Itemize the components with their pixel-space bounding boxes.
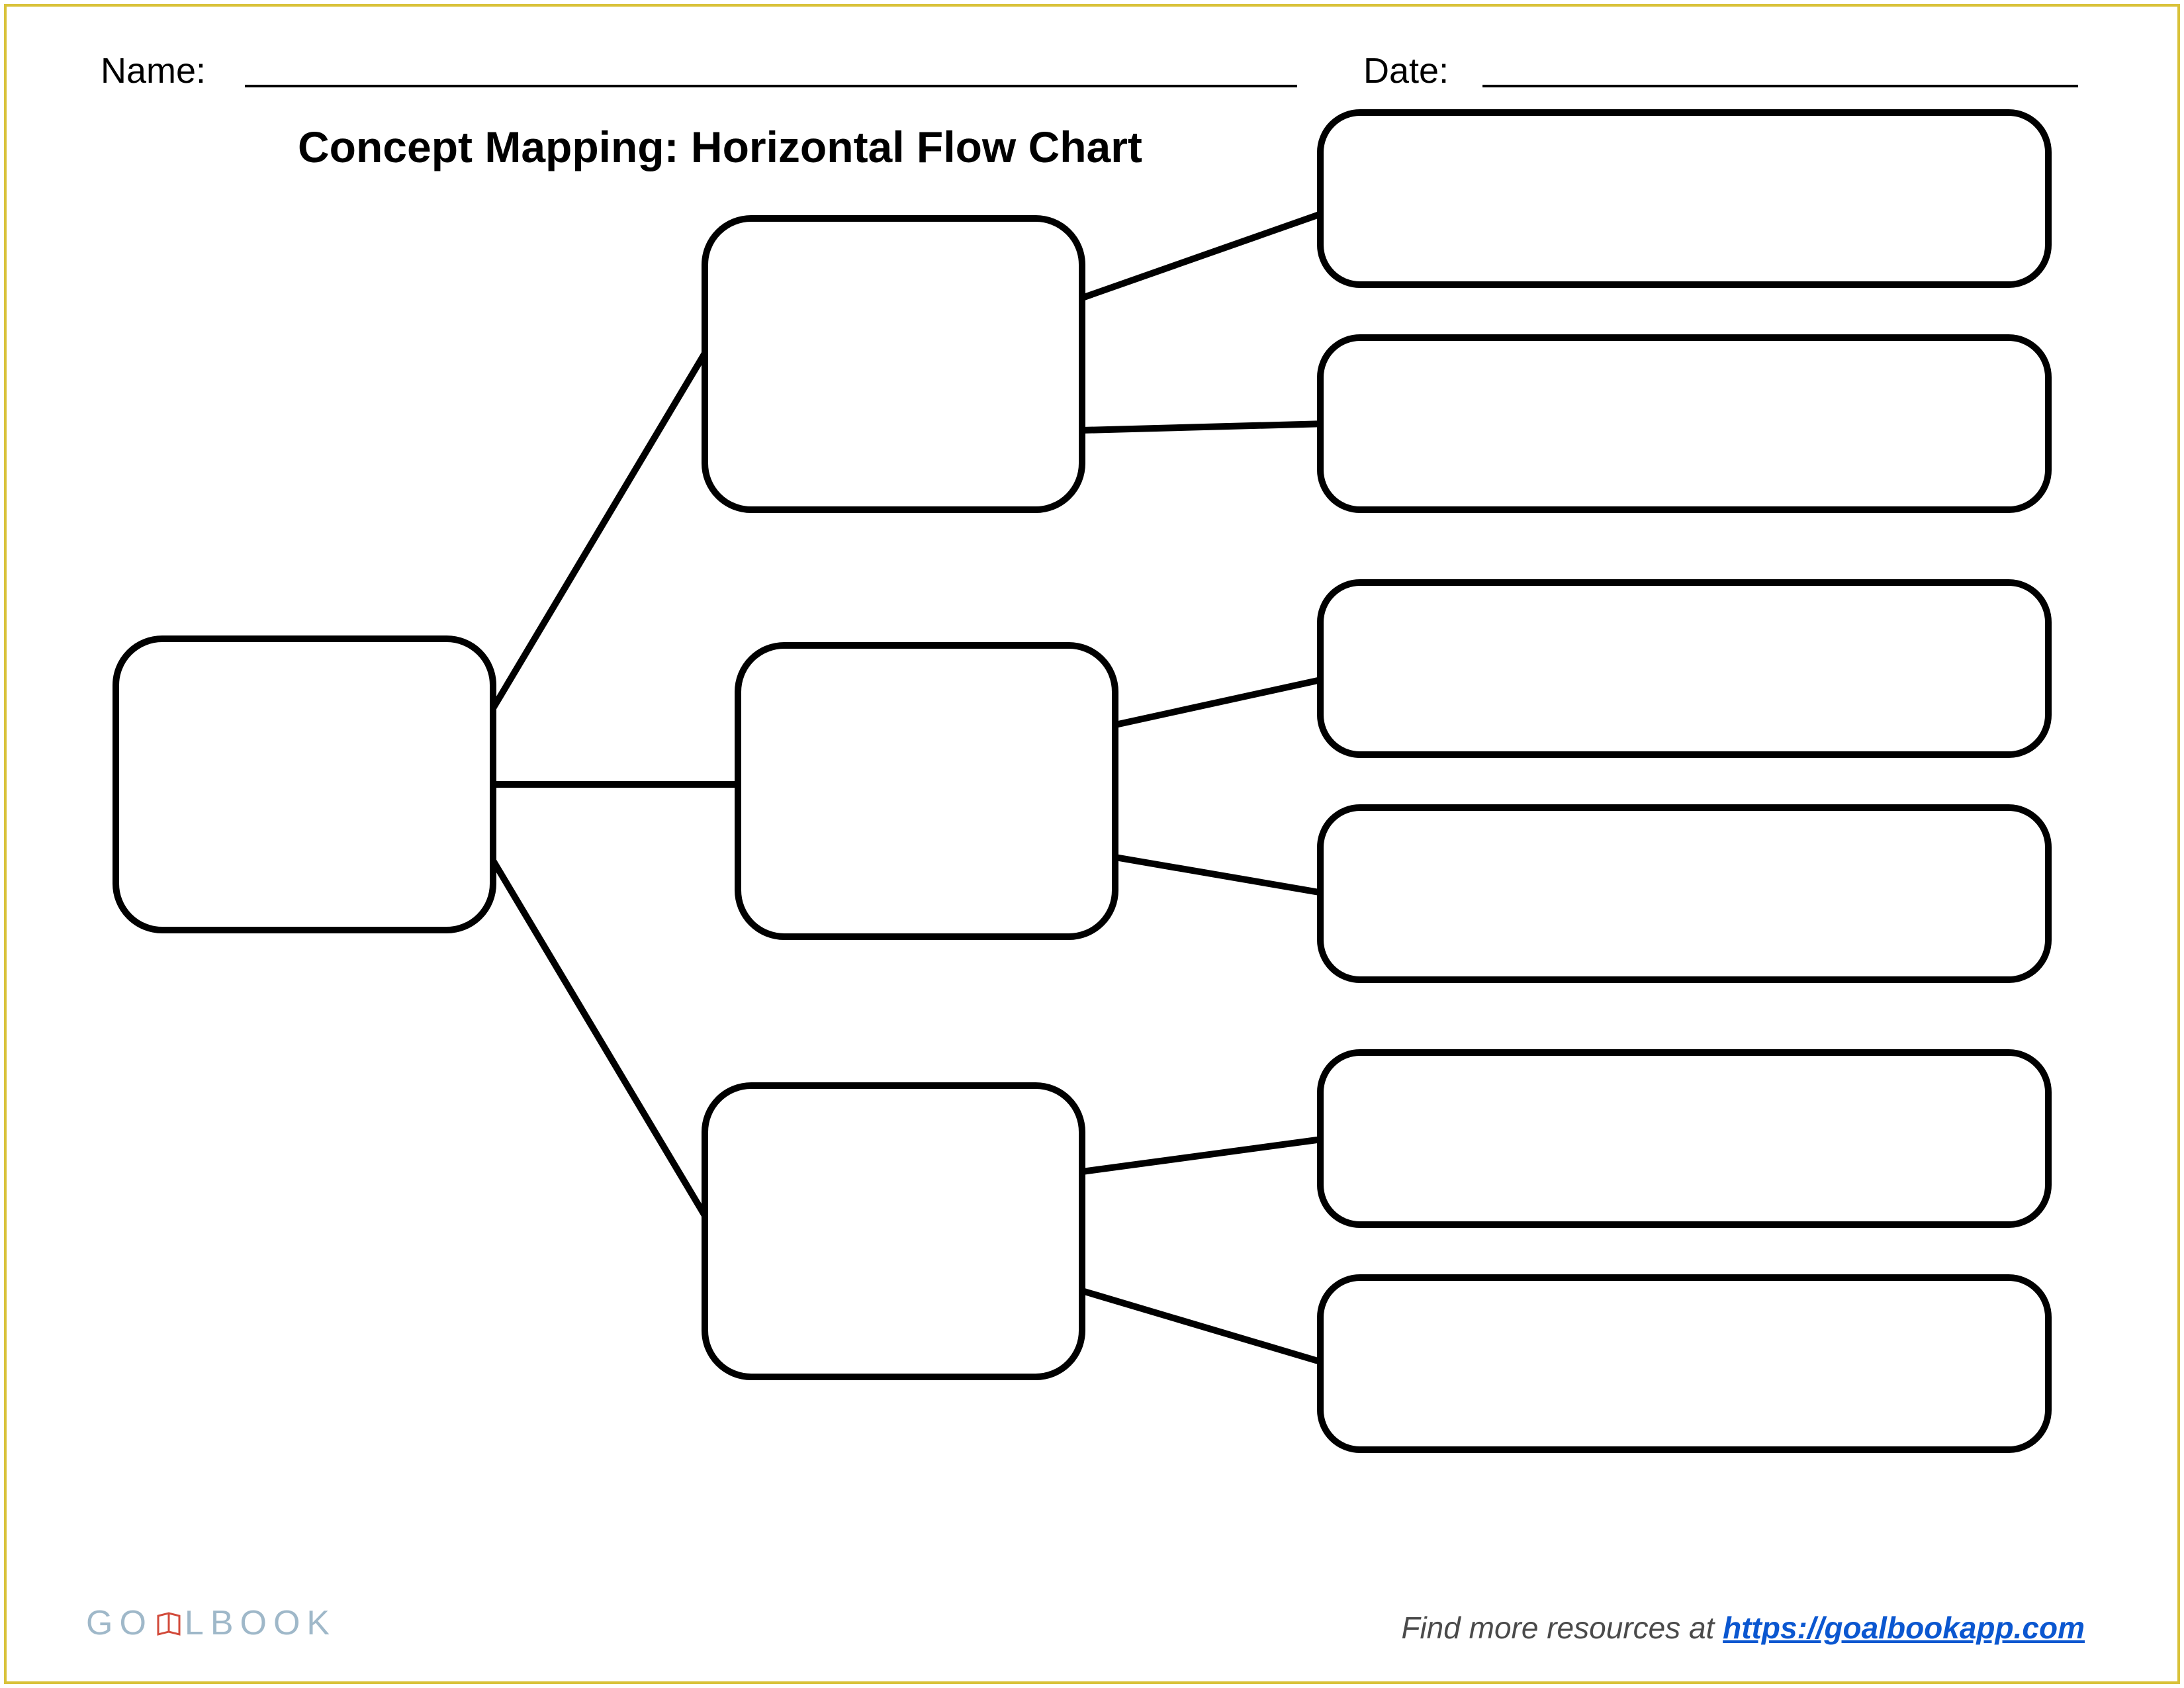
logo-text-b: LBOOK bbox=[185, 1603, 336, 1643]
mid-box-0[interactable] bbox=[705, 218, 1082, 510]
mid-box-1[interactable] bbox=[738, 645, 1115, 937]
connector-mid-leaf-1 bbox=[1082, 424, 1327, 430]
leaf-box-1[interactable] bbox=[1320, 338, 2048, 510]
book-icon bbox=[154, 1607, 183, 1636]
connector-mid-leaf-5 bbox=[1082, 1291, 1327, 1364]
connector-root-mid-0 bbox=[493, 331, 718, 708]
leaf-box-5[interactable] bbox=[1320, 1278, 2048, 1450]
leaf-box-2[interactable] bbox=[1320, 583, 2048, 755]
leaf-box-3[interactable] bbox=[1320, 808, 2048, 980]
resources-prefix: Find more resources at bbox=[1401, 1611, 1723, 1645]
leaf-box-0[interactable] bbox=[1320, 113, 2048, 285]
connector-mid-leaf-2 bbox=[1115, 679, 1327, 725]
leaf-box-4[interactable] bbox=[1320, 1053, 2048, 1225]
connector-mid-leaf-0 bbox=[1082, 212, 1327, 298]
goalbook-logo: GO LBOOK bbox=[86, 1603, 336, 1643]
mid-box-2[interactable] bbox=[705, 1086, 1082, 1377]
connector-mid-leaf-4 bbox=[1082, 1139, 1327, 1172]
root-box[interactable] bbox=[116, 639, 493, 930]
flow-chart-diagram bbox=[0, 0, 2184, 1688]
connector-mid-leaf-3 bbox=[1115, 857, 1327, 894]
logo-text-a: GO bbox=[86, 1603, 153, 1643]
worksheet-footer: GO LBOOK Find more resources at https://… bbox=[0, 1595, 2184, 1675]
resources-note: Find more resources at https://goalbooka… bbox=[1401, 1610, 2085, 1646]
resources-link[interactable]: https://goalbookapp.com bbox=[1723, 1611, 2085, 1645]
connector-root-mid-2 bbox=[493, 861, 718, 1238]
